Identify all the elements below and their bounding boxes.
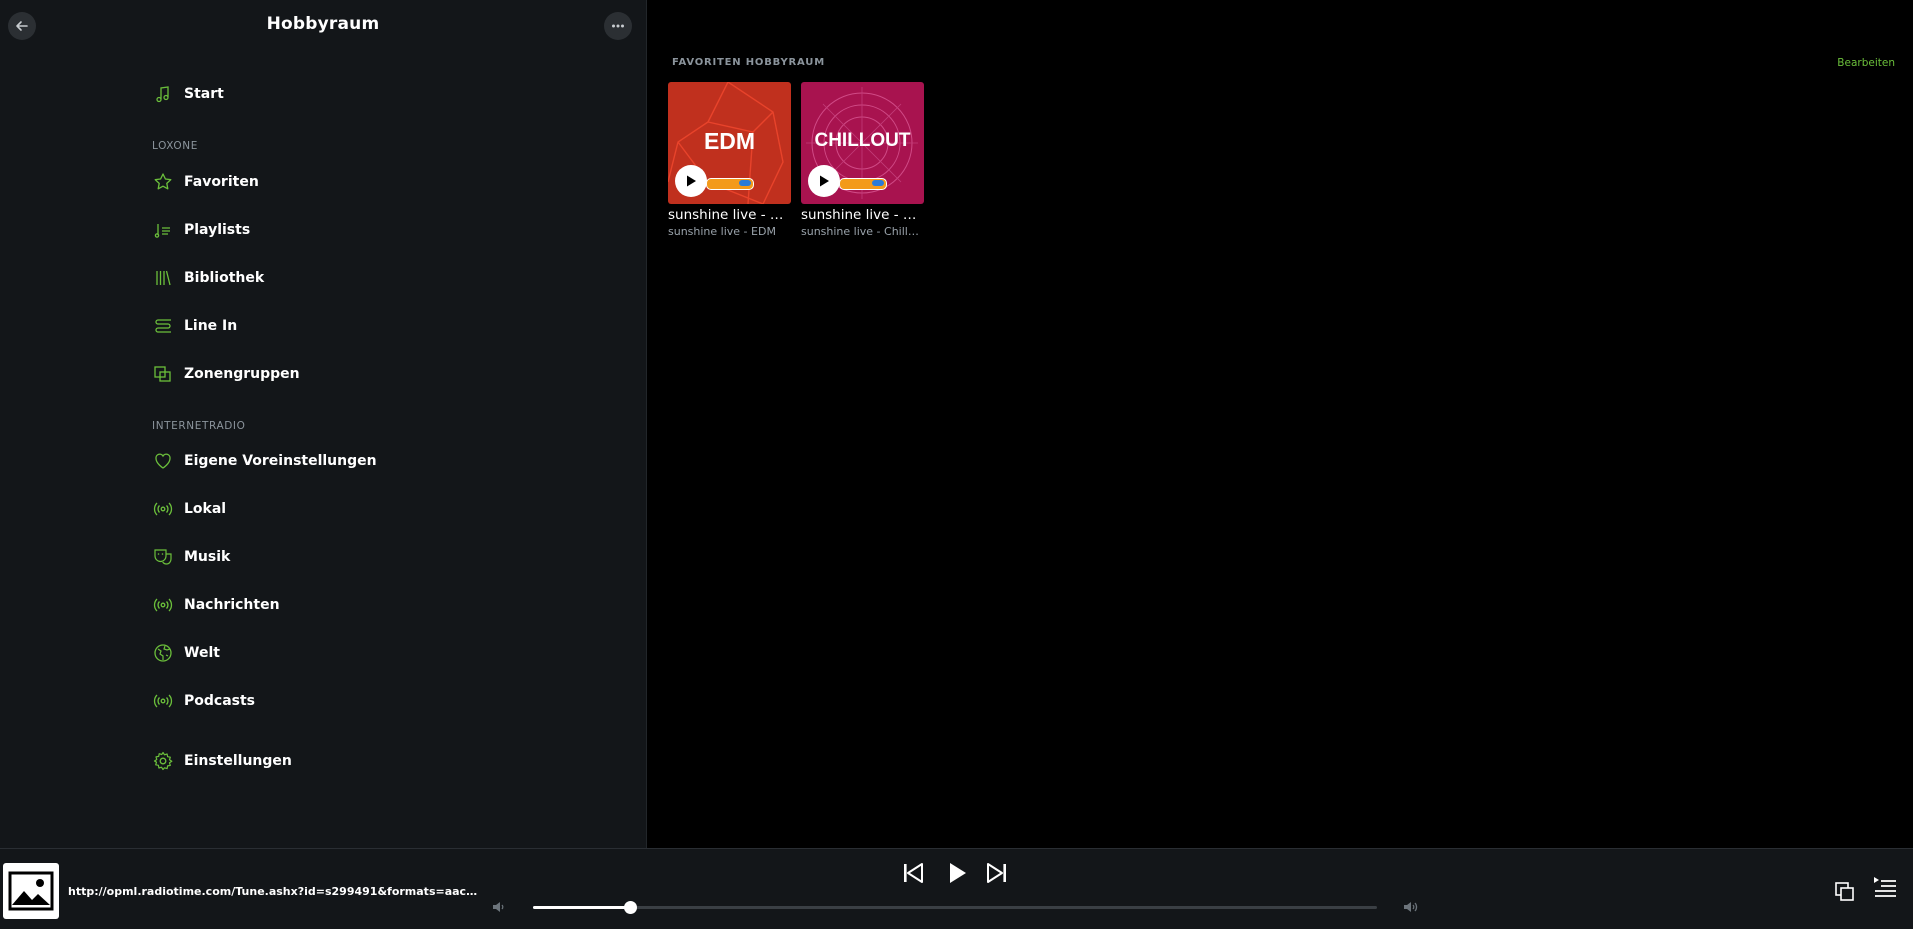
cover-text: EDM	[703, 128, 756, 154]
sidebar-item-podcasts[interactable]: Podcasts	[152, 686, 572, 716]
queue-button[interactable]	[1872, 875, 1898, 901]
play-icon	[950, 863, 966, 883]
next-button[interactable]	[983, 859, 1011, 887]
sidebar-item-label: Favoriten	[184, 174, 259, 190]
cable-icon	[152, 315, 174, 337]
cover-art[interactable]: CHILLOUT	[801, 82, 924, 204]
sidebar-item-label: Playlists	[184, 222, 251, 238]
globe-icon	[152, 642, 174, 664]
sidebar-item-lokal[interactable]: Lokal	[152, 494, 572, 524]
music-note-icon	[152, 83, 174, 105]
image-placeholder-icon	[8, 871, 54, 911]
player-bar: http://opml.radiotime.com/Tune.ashx?id=s…	[0, 848, 1913, 929]
sidebar-item-label: Nachrichten	[184, 597, 280, 613]
favorite-tile-chillout[interactable]: CHILLOUT sunshine live - Chillout sunshi…	[801, 82, 924, 238]
play-icon	[820, 175, 829, 187]
sidebar-item-bibliothek[interactable]: Bibliothek	[152, 263, 572, 293]
sidebar-item-musik[interactable]: Musik	[152, 542, 572, 572]
sidebar-item-label: Podcasts	[184, 693, 256, 709]
zone-groups-icon	[1835, 882, 1854, 901]
skip-previous-icon	[904, 863, 923, 883]
sidebar-item-playlists[interactable]: Playlists	[152, 215, 572, 245]
progress-fill	[533, 906, 631, 909]
tile-title: sunshine live - EDM	[668, 207, 791, 223]
sidebar-item-label: Eigene Voreinstellungen	[184, 453, 377, 469]
zone-groups-icon	[152, 363, 174, 385]
sidebar: Hobbyraum Start LOXONE Favoriten Playlis…	[0, 0, 647, 848]
main-content: FAVORITEN HOBBYRAUM Bearbeiten EDM sunsh…	[647, 0, 1913, 848]
sidebar-header: Hobbyraum	[0, 0, 646, 52]
sidebar-item-label: Lokal	[184, 501, 227, 517]
sidebar-item-label: Welt	[184, 645, 220, 661]
sidebar-item-label: Zonengruppen	[184, 366, 300, 382]
section-label-loxone: LOXONE	[152, 140, 198, 152]
sidebar-item-label: Bibliothek	[184, 270, 265, 286]
play-button[interactable]	[675, 165, 707, 197]
radio-waves-icon	[152, 690, 174, 712]
play-icon	[687, 175, 696, 187]
sidebar-item-einstellungen[interactable]: Einstellungen	[152, 746, 572, 776]
radio-waves-icon	[152, 594, 174, 616]
play-button[interactable]	[808, 165, 840, 197]
playlist-icon	[152, 219, 174, 241]
more-dots-icon	[612, 24, 624, 28]
gear-icon	[152, 750, 174, 772]
cover-art[interactable]: EDM	[668, 82, 791, 204]
star-icon	[152, 171, 174, 193]
sidebar-item-label: Einstellungen	[184, 753, 292, 769]
volume-low-icon[interactable]	[491, 899, 507, 915]
sidebar-item-zonengruppen[interactable]: Zonengruppen	[152, 359, 572, 389]
more-options-button[interactable]	[604, 12, 632, 40]
sidebar-item-label: Start	[184, 86, 224, 102]
sidebar-item-start[interactable]: Start	[152, 79, 572, 109]
progress-slider[interactable]	[533, 901, 1377, 914]
sidebar-item-nachrichten[interactable]: Nachrichten	[152, 590, 572, 620]
now-playing-url: http://opml.radiotime.com/Tune.ashx?id=s…	[68, 885, 478, 898]
volume-high-icon[interactable]	[1403, 899, 1419, 915]
sidebar-item-eigene-voreinstellungen[interactable]: Eigene Voreinstellungen	[152, 446, 572, 476]
sidebar-item-welt[interactable]: Welt	[152, 638, 572, 668]
progress-handle[interactable]	[624, 901, 638, 914]
sidebar-item-line-in[interactable]: Line In	[152, 311, 572, 341]
previous-button[interactable]	[899, 859, 927, 887]
tile-subtitle: sunshine live - EDM	[668, 225, 776, 238]
station-logo	[839, 178, 887, 190]
sidebar-item-favoriten[interactable]: Favoriten	[152, 167, 572, 197]
station-logo	[706, 178, 754, 190]
tile-title: sunshine live - Chillout	[801, 207, 924, 223]
tile-subtitle: sunshine live - Chillout	[801, 225, 924, 238]
cover-text: CHILLOUT	[814, 130, 911, 151]
favorite-tile-edm[interactable]: EDM sunshine live - EDM sunshine live - …	[668, 82, 791, 238]
play-button[interactable]	[943, 859, 971, 887]
edit-link[interactable]: Bearbeiten	[1837, 57, 1895, 69]
zone-groups-button[interactable]	[1832, 879, 1858, 905]
radio-waves-icon	[152, 498, 174, 520]
library-icon	[152, 267, 174, 289]
now-playing-cover[interactable]	[3, 863, 59, 919]
section-label-internetradio: INTERNETRADIO	[152, 420, 246, 432]
sidebar-item-label: Musik	[184, 549, 231, 565]
page-title: Hobbyraum	[266, 14, 380, 34]
favorites-heading: FAVORITEN HOBBYRAUM	[672, 57, 825, 68]
theater-masks-icon	[152, 546, 174, 568]
sidebar-item-label: Line In	[184, 318, 238, 334]
queue-list-icon	[1874, 877, 1896, 897]
heart-icon	[152, 450, 174, 472]
skip-next-icon	[987, 863, 1006, 883]
